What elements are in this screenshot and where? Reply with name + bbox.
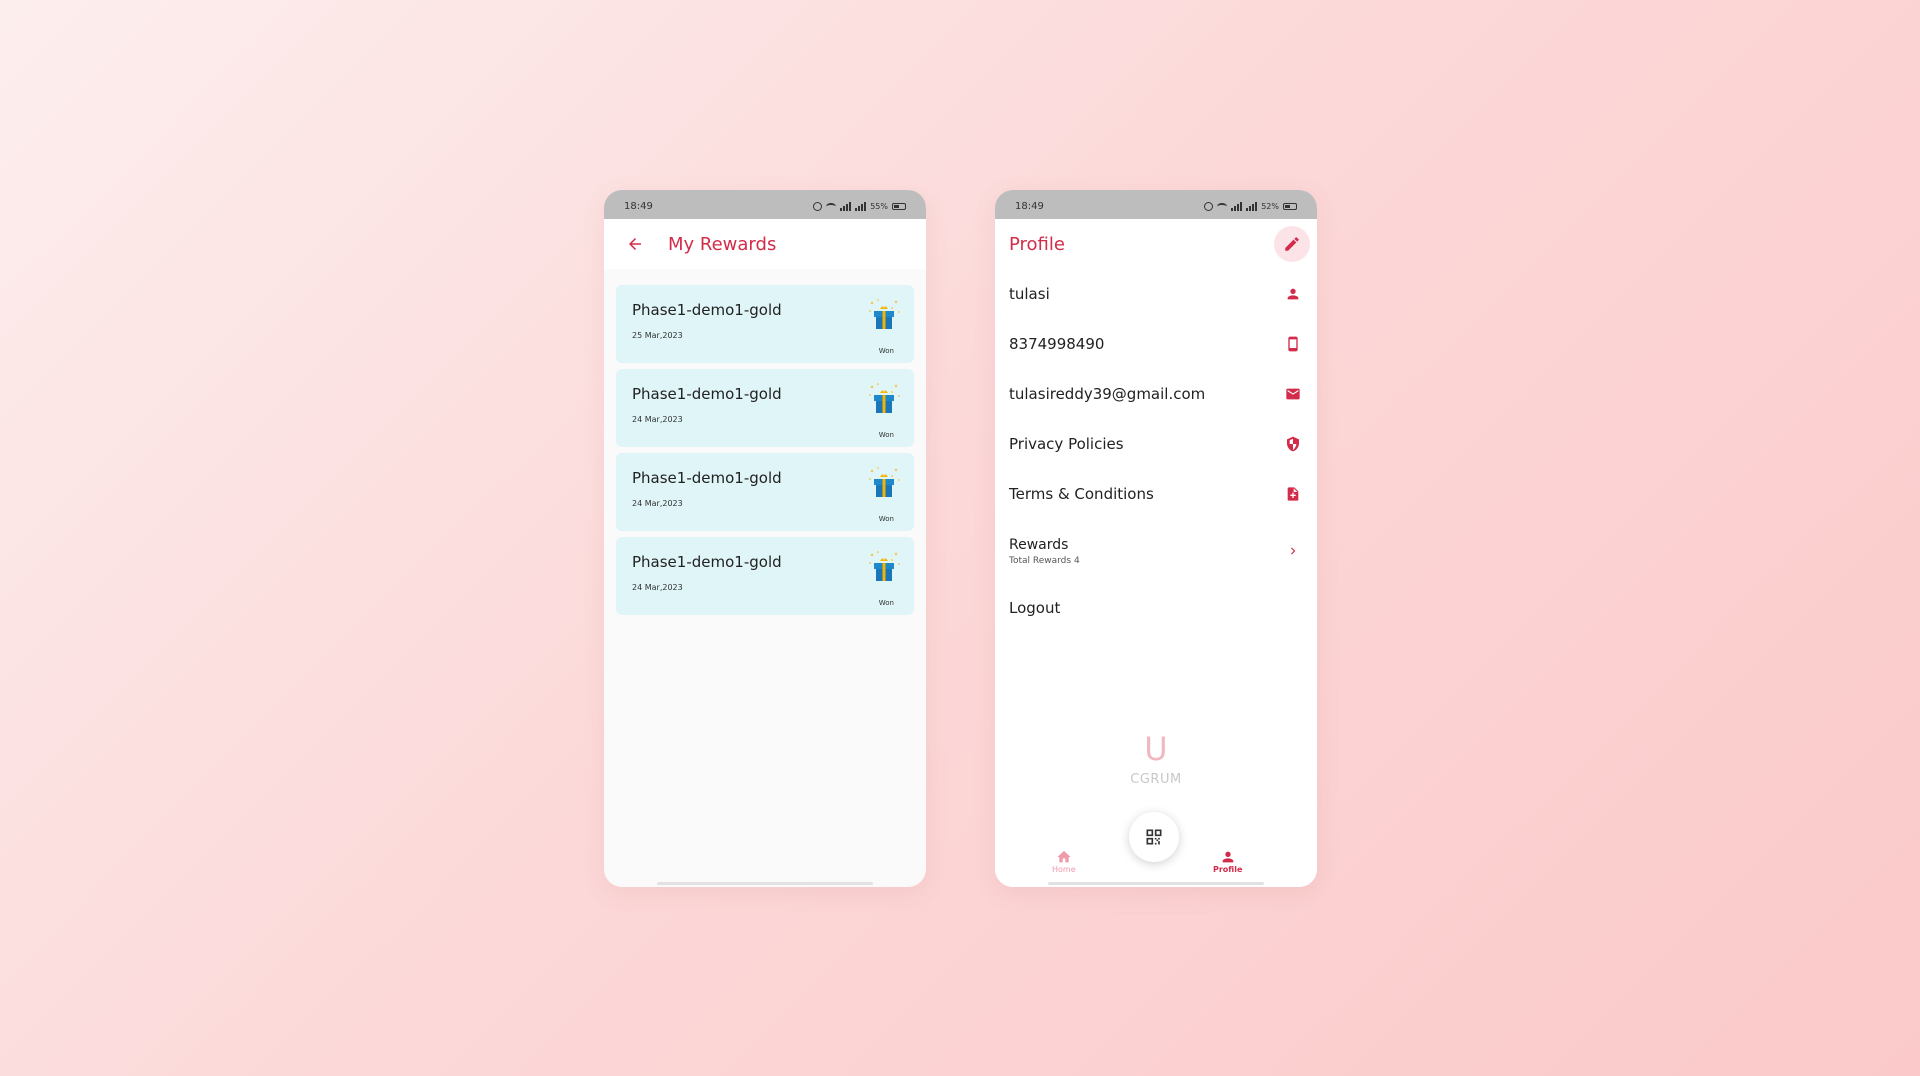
chevron-right-icon xyxy=(1283,541,1303,561)
home-icon xyxy=(1057,851,1071,863)
reward-card[interactable]: Phase1-demo1-gold 24 Mar,2023 Won xyxy=(616,537,914,615)
wifi-icon xyxy=(1217,203,1228,210)
phone-icon xyxy=(1283,334,1303,354)
signal-icon xyxy=(1246,202,1258,211)
profile-phone-row: 8374998490 xyxy=(995,319,1317,369)
app-bar: My Rewards xyxy=(604,219,926,269)
page-title: Profile xyxy=(1009,233,1065,255)
brand: U CGRUM xyxy=(995,730,1317,787)
profile-header: Profile xyxy=(995,219,1317,269)
home-indicator xyxy=(1048,882,1264,885)
profile-name: tulasi xyxy=(1009,285,1050,303)
rewards-list: Phase1-demo1-gold 25 Mar,2023 Won Phase1… xyxy=(604,269,926,615)
signal-icon xyxy=(1231,202,1243,211)
arrow-left-icon xyxy=(629,238,641,250)
terms-conditions-row[interactable]: Terms & Conditions xyxy=(995,469,1317,519)
gift-icon xyxy=(869,299,900,329)
edit-profile-button[interactable] xyxy=(1274,226,1310,262)
privacy-policies-label: Privacy Policies xyxy=(1009,435,1124,453)
status-icons: 52% xyxy=(1204,202,1297,211)
profile-phone: 8374998490 xyxy=(1009,335,1105,353)
rewards-label: Rewards xyxy=(1009,536,1069,553)
wifi-icon xyxy=(826,203,837,210)
scan-button[interactable] xyxy=(1129,812,1179,862)
logout-row[interactable]: Logout xyxy=(995,583,1317,633)
person-icon xyxy=(1283,284,1303,304)
qr-code-icon xyxy=(1146,829,1162,845)
gift-icon xyxy=(869,383,900,413)
brand-logo: U xyxy=(1144,730,1168,768)
reward-status: Won xyxy=(878,347,894,355)
status-icons: 55% xyxy=(813,202,906,211)
profile-email: tulasireddy39@gmail.com xyxy=(1009,385,1206,403)
rewards-row[interactable]: Rewards Total Rewards 4 xyxy=(995,519,1317,583)
signal-icon xyxy=(855,202,867,211)
alarm-icon xyxy=(813,202,823,211)
signal-icon xyxy=(840,202,852,211)
nav-profile[interactable]: Profile xyxy=(1213,849,1242,874)
home-indicator xyxy=(657,882,873,885)
pencil-icon xyxy=(1285,237,1299,251)
status-bar: 18:49 52% xyxy=(995,190,1317,219)
status-time: 18:49 xyxy=(624,201,653,212)
status-time: 18:49 xyxy=(1015,201,1044,212)
nav-profile-label: Profile xyxy=(1213,865,1243,874)
battery-level: 55% xyxy=(870,202,888,211)
profile-email-row: tulasireddy39@gmail.com xyxy=(995,369,1317,419)
battery-icon xyxy=(892,203,906,210)
nav-home-label: Home xyxy=(1052,865,1076,874)
rewards-total: Total Rewards 4 xyxy=(1009,555,1080,566)
person-icon xyxy=(1222,851,1234,863)
privacy-policies-row[interactable]: Privacy Policies xyxy=(995,419,1317,469)
shield-icon xyxy=(1283,434,1303,454)
rewards-text: Rewards Total Rewards 4 xyxy=(1009,537,1080,566)
alarm-icon xyxy=(1204,202,1214,211)
status-bar: 18:49 55% xyxy=(604,190,926,219)
reward-status: Won xyxy=(878,431,894,439)
nav-home[interactable]: Home xyxy=(1052,849,1076,874)
mail-icon xyxy=(1283,384,1303,404)
battery-level: 52% xyxy=(1261,202,1279,211)
profile-screen: 18:49 52% Profile tulasi 8374998490 tula xyxy=(995,190,1317,887)
reward-status: Won xyxy=(878,515,894,523)
battery-icon xyxy=(1283,203,1297,210)
document-add-icon xyxy=(1283,484,1303,504)
profile-name-row: tulasi xyxy=(995,269,1317,319)
back-button[interactable] xyxy=(624,233,646,255)
terms-conditions-label: Terms & Conditions xyxy=(1009,485,1154,503)
gift-icon xyxy=(869,467,900,497)
logout-label: Logout xyxy=(1009,599,1061,617)
page-title: My Rewards xyxy=(668,233,777,255)
rewards-screen: 18:49 55% My Rewards Phase1-demo1-gold 2… xyxy=(604,190,926,887)
reward-card[interactable]: Phase1-demo1-gold 24 Mar,2023 Won xyxy=(616,453,914,531)
gift-icon xyxy=(869,551,900,581)
reward-card[interactable]: Phase1-demo1-gold 25 Mar,2023 Won xyxy=(616,285,914,363)
reward-status: Won xyxy=(878,599,894,607)
brand-name: CGRUM xyxy=(1130,772,1182,787)
reward-card[interactable]: Phase1-demo1-gold 24 Mar,2023 Won xyxy=(616,369,914,447)
